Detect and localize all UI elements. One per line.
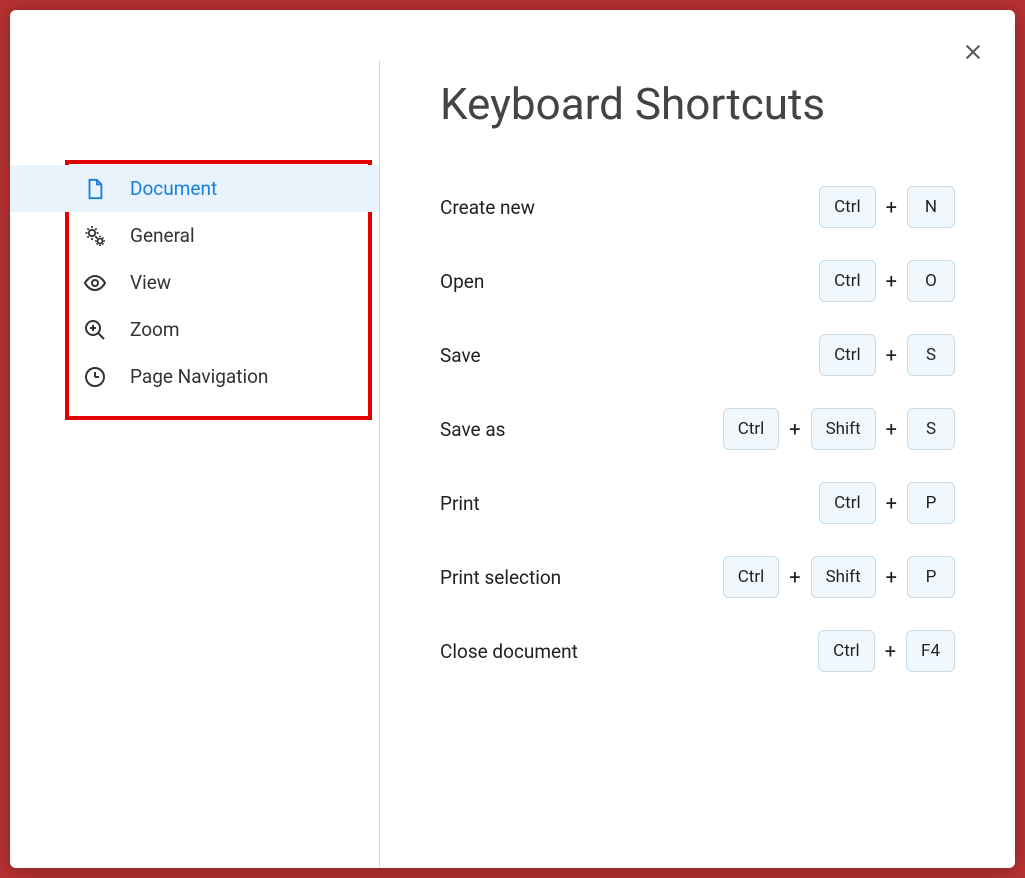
plus-separator: + bbox=[789, 565, 800, 589]
document-icon bbox=[82, 176, 108, 202]
keyboard-shortcuts-dialog: Document General bbox=[10, 10, 1015, 868]
shortcut-row: Create new Ctrl + N bbox=[440, 170, 955, 244]
key: N bbox=[907, 186, 955, 228]
shortcuts-list: Create newCtrl+NOpenCtrl+OSaveCtrl+SSave… bbox=[440, 170, 955, 688]
shortcut-keys: Ctrl + S bbox=[819, 334, 955, 376]
shortcut-label: Close document bbox=[440, 640, 578, 663]
shortcut-label: Print selection bbox=[440, 566, 561, 589]
shortcut-row: Open Ctrl + O bbox=[440, 244, 955, 318]
shortcut-keys: Ctrl + Shift + P bbox=[723, 556, 955, 598]
plus-separator: + bbox=[886, 343, 897, 367]
key: O bbox=[907, 260, 955, 302]
sidebar-item-document[interactable]: Document bbox=[10, 165, 379, 212]
sidebar-item-general[interactable]: General bbox=[10, 212, 379, 259]
shortcut-label: Open bbox=[440, 270, 484, 293]
shortcut-keys: Ctrl + O bbox=[819, 260, 955, 302]
shortcut-row: Print selection Ctrl + Shift + P bbox=[440, 540, 955, 614]
plus-separator: + bbox=[789, 417, 800, 441]
key: Ctrl bbox=[819, 260, 876, 302]
key: P bbox=[907, 482, 955, 524]
shortcut-row: Close document Ctrl + F4 bbox=[440, 614, 955, 688]
close-icon bbox=[962, 41, 984, 67]
key: P bbox=[907, 556, 955, 598]
key: Ctrl bbox=[819, 186, 876, 228]
shortcut-row: Save as Ctrl + Shift + S bbox=[440, 392, 955, 466]
close-button[interactable] bbox=[959, 40, 987, 68]
sidebar-item-label: General bbox=[130, 224, 195, 247]
shortcut-row: Save Ctrl + S bbox=[440, 318, 955, 392]
key: Shift bbox=[811, 408, 876, 450]
key: F4 bbox=[906, 630, 955, 672]
sidebar-item-label: Page Navigation bbox=[130, 365, 268, 388]
key: Ctrl bbox=[723, 408, 780, 450]
shortcut-keys: Ctrl + N bbox=[819, 186, 955, 228]
shortcut-keys: Ctrl + F4 bbox=[818, 630, 955, 672]
key: S bbox=[907, 408, 955, 450]
gear-icon bbox=[82, 223, 108, 249]
key: Ctrl bbox=[819, 334, 876, 376]
page-title: Keyboard Shortcuts bbox=[440, 78, 955, 130]
key: Ctrl bbox=[818, 630, 875, 672]
sidebar-item-label: Zoom bbox=[130, 318, 180, 341]
plus-separator: + bbox=[886, 269, 897, 293]
key: Ctrl bbox=[723, 556, 780, 598]
sidebar-item-label: View bbox=[130, 271, 171, 294]
key: Ctrl bbox=[819, 482, 876, 524]
shortcut-row: Print Ctrl + P bbox=[440, 466, 955, 540]
eye-icon bbox=[82, 270, 108, 296]
shortcut-label: Save bbox=[440, 344, 481, 367]
plus-separator: + bbox=[886, 195, 897, 219]
plus-separator: + bbox=[885, 639, 896, 663]
plus-separator: + bbox=[886, 565, 897, 589]
zoom-icon bbox=[82, 317, 108, 343]
sidebar-item-page-navigation[interactable]: Page Navigation bbox=[10, 353, 379, 400]
clock-icon bbox=[82, 364, 108, 390]
plus-separator: + bbox=[886, 491, 897, 515]
sidebar-item-label: Document bbox=[130, 177, 217, 200]
sidebar-item-view[interactable]: View bbox=[10, 259, 379, 306]
sidebar-item-zoom[interactable]: Zoom bbox=[10, 306, 379, 353]
plus-separator: + bbox=[886, 417, 897, 441]
sidebar: Document General bbox=[10, 60, 380, 868]
shortcut-keys: Ctrl + Shift + S bbox=[723, 408, 955, 450]
shortcut-label: Print bbox=[440, 492, 480, 515]
main-panel: Keyboard Shortcuts Create new Ctrl + N Open C… bbox=[380, 60, 1015, 868]
shortcut-label: Create new bbox=[440, 196, 535, 219]
shortcut-keys: Ctrl + P bbox=[819, 482, 955, 524]
key: S bbox=[907, 334, 955, 376]
key: Shift bbox=[811, 556, 876, 598]
shortcut-label: Save as bbox=[440, 418, 506, 441]
nav-list: Document General bbox=[10, 155, 379, 400]
